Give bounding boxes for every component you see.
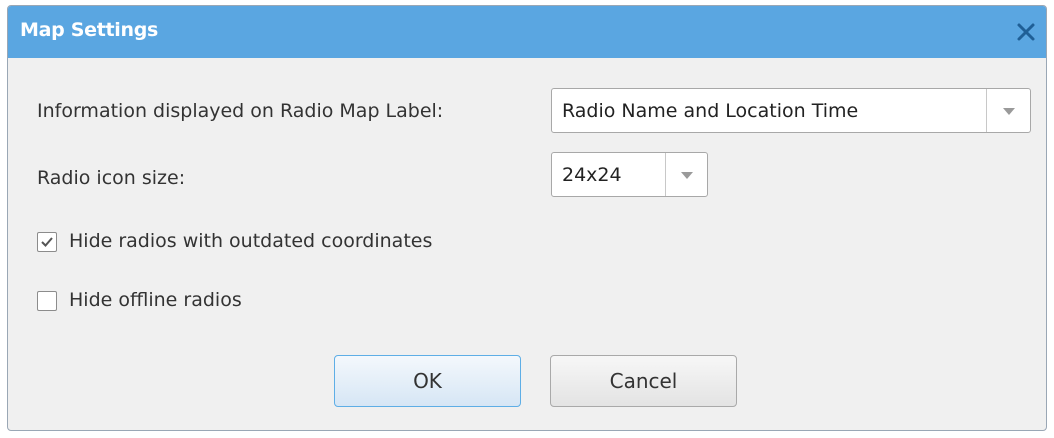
hide-offline-label: Hide offline radios [69,289,242,311]
chevron-down-icon [1002,107,1015,115]
hide-offline-checkbox[interactable] [37,291,57,311]
icon-size-dropdown-button[interactable] [665,153,707,196]
icon-size-field-label: Radio icon size: [37,167,186,189]
dialog-title: Map Settings [20,19,159,41]
map-label-dropdown-value: Radio Name and Location Time [562,99,859,122]
dialog-titlebar[interactable]: Map Settings [8,6,1046,58]
close-button[interactable] [1010,16,1042,48]
checkmark-icon [41,237,53,247]
map-label-field-label: Information displayed on Radio Map Label… [37,100,444,122]
ok-button[interactable]: OK [334,355,521,407]
cancel-button[interactable]: Cancel [550,355,737,407]
icon-size-dropdown[interactable]: 24x24 [551,152,708,197]
map-label-dropdown[interactable]: Radio Name and Location Time [551,88,1031,133]
icon-size-dropdown-value: 24x24 [562,163,622,186]
chevron-down-icon [680,171,693,179]
map-settings-dialog: Map Settings Information displayed on Ra… [7,5,1047,431]
hide-outdated-label: Hide radios with outdated coordinates [69,230,433,252]
hide-outdated-checkbox[interactable] [37,232,57,252]
close-icon [1017,23,1035,41]
map-label-dropdown-button[interactable] [986,89,1030,132]
